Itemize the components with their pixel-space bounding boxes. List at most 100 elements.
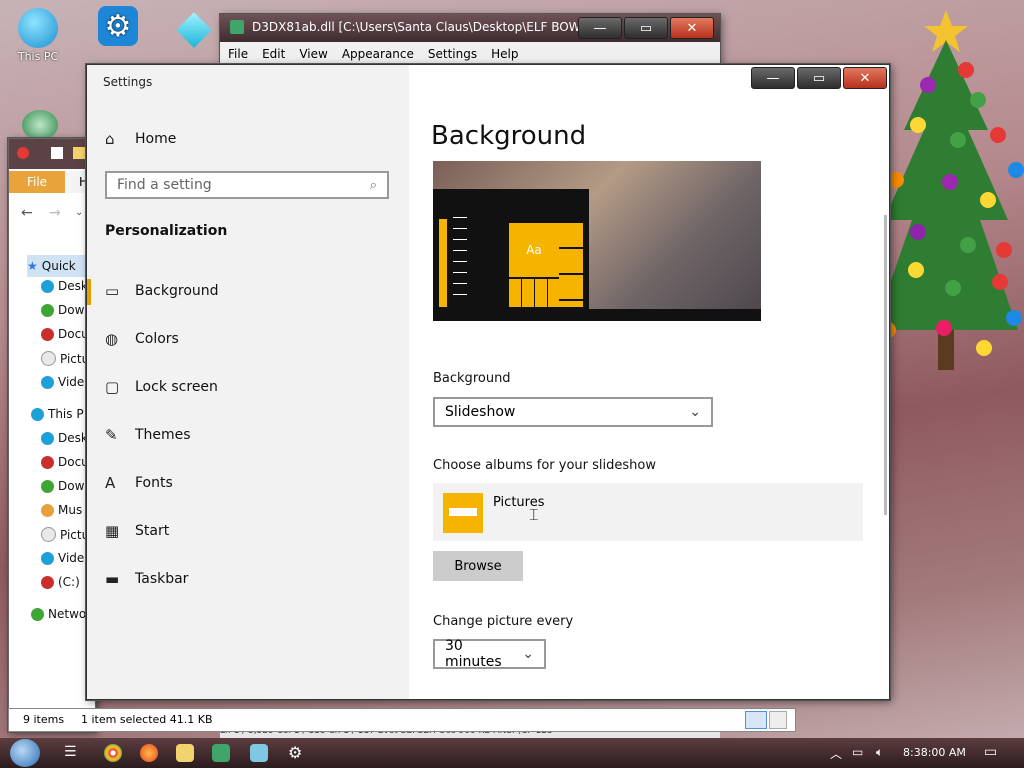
maximize-button[interactable]: ▭ <box>797 67 841 89</box>
change-picture-dropdown[interactable]: 30 minutes ⌄ <box>433 638 546 670</box>
menu-edit[interactable]: Edit <box>262 47 285 61</box>
maximize-icon: ▭ <box>812 70 826 86</box>
browse-button[interactable]: Browse <box>433 551 523 581</box>
nav-themes[interactable]: ✎ Themes <box>87 415 409 455</box>
nav-lock-screen[interactable]: ▢ Lock screen <box>87 367 409 407</box>
ornament-icon <box>41 479 54 493</box>
maximize-button[interactable]: ▭ <box>624 17 668 39</box>
chrome-icon[interactable] <box>104 744 122 762</box>
ornament-icon <box>41 375 54 389</box>
back-arrow-icon[interactable]: ← <box>21 205 33 221</box>
tree-item-label: Docu <box>58 455 89 469</box>
explorer-statusbar: 9 items 1 item selected 41.1 KB <box>8 708 796 732</box>
ornament-icon <box>41 327 54 341</box>
close-icon: ✕ <box>859 70 871 86</box>
tree-item-label: Netwo <box>48 607 87 621</box>
menu-file[interactable]: File <box>228 47 248 61</box>
search-input[interactable]: Find a setting ⌕ <box>105 171 389 199</box>
tree-item[interactable]: Dow <box>41 303 84 317</box>
tree-item[interactable]: Pictu <box>41 527 89 542</box>
file-explorer-icon[interactable] <box>176 744 194 762</box>
close-button[interactable]: ✕ <box>843 67 887 89</box>
gear-icon: ⚙ <box>98 6 138 46</box>
album-item-pictures[interactable]: Pictures ⌶ <box>433 483 863 541</box>
hex-editor-titlebar[interactable]: D3DX81ab.dll [C:\Users\Santa Claus\Deskt… <box>220 14 720 42</box>
settings-gear-icon[interactable]: ⚙ <box>288 743 302 762</box>
nav-fonts[interactable]: A Fonts <box>87 463 409 503</box>
network-icon[interactable]: ▭ <box>852 745 863 759</box>
nav-background[interactable]: ▭ Background <box>87 271 409 311</box>
tree-item[interactable]: Docu <box>41 327 89 341</box>
tree-item[interactable]: Dow <box>41 479 84 493</box>
ornament-icon <box>41 527 56 542</box>
background-preview: Aa <box>433 161 761 321</box>
forward-arrow-icon[interactable]: → <box>49 205 61 221</box>
menu-settings[interactable]: Settings <box>428 47 477 61</box>
tree-item[interactable]: Desk <box>41 279 88 293</box>
tree-item[interactable]: Vide <box>41 551 84 565</box>
file-explorer-window[interactable]: File H ← → ⌄ ★ Quick Desk Dow Docu Pictu … <box>8 138 96 732</box>
menu-appearance[interactable]: Appearance <box>342 47 414 61</box>
nav-taskbar[interactable]: ▬ Taskbar <box>87 559 409 599</box>
menu-help[interactable]: Help <box>491 47 518 61</box>
properties-icon[interactable] <box>51 147 63 159</box>
tree-item-label: Mus <box>58 503 83 517</box>
christmas-tree-decoration <box>874 10 1024 370</box>
ribbon-tab-file[interactable]: File <box>9 171 65 193</box>
settings-window[interactable]: Settings ⌂ Home Find a setting ⌕ Persona… <box>86 64 890 700</box>
tree-item[interactable]: Vide <box>41 375 84 389</box>
ornament-icon <box>31 407 44 421</box>
minimize-button[interactable]: — <box>751 67 795 89</box>
firefox-icon[interactable] <box>140 744 158 762</box>
background-dropdown[interactable]: Slideshow ⌄ <box>433 397 713 427</box>
nav-label: Background <box>135 283 219 299</box>
chevron-down-icon[interactable]: ⌄ <box>75 207 83 218</box>
image-viewer-icon[interactable] <box>250 744 268 762</box>
minimize-button[interactable]: — <box>578 17 622 39</box>
ornament-icon <box>41 503 54 517</box>
task-view-icon[interactable]: ☰ <box>64 744 77 760</box>
tree-item-this-pc[interactable]: This P <box>31 407 84 421</box>
tree-item[interactable]: Docu <box>41 455 89 469</box>
hex-editor-window[interactable]: D3DX81ab.dll [C:\Users\Santa Claus\Deskt… <box>220 14 720 66</box>
desktop-icon-this-pc[interactable]: This PC <box>8 8 68 63</box>
item-count: 9 items <box>23 713 65 726</box>
tree-item-quick-access[interactable]: ★ Quick <box>27 255 95 277</box>
tree-item-network[interactable]: Netwo <box>31 607 86 621</box>
folder-icon[interactable] <box>73 147 85 159</box>
details-view-icon[interactable] <box>745 711 767 729</box>
nav-colors[interactable]: ◍ Colors <box>87 319 409 359</box>
tree-item[interactable]: Pictu <box>41 351 89 366</box>
large-icons-view-icon[interactable] <box>769 711 787 729</box>
start-button[interactable] <box>10 739 40 767</box>
page-title: Background <box>431 121 587 151</box>
tree-item-label: Desk <box>58 431 88 445</box>
gem-icon[interactable] <box>176 12 212 48</box>
search-icon: ⌕ <box>369 177 377 193</box>
close-button[interactable]: ✕ <box>670 17 714 39</box>
change-picture-value: 30 minutes <box>445 638 502 670</box>
tree-item[interactable]: (C:) <box>41 575 80 589</box>
notepad-icon[interactable] <box>212 744 230 762</box>
tree-item-label: Docu <box>58 327 89 341</box>
tree-item-label: Vide <box>58 551 85 565</box>
tree-item[interactable]: Mus <box>41 503 82 517</box>
menu-view[interactable]: View <box>299 47 327 61</box>
scrollbar[interactable] <box>884 215 887 515</box>
ornament-icon[interactable] <box>22 110 58 140</box>
nav-start[interactable]: ▦ Start <box>87 511 409 551</box>
notifications-icon[interactable]: ▭ <box>984 744 997 760</box>
tree-item-label: Pictu <box>60 527 90 542</box>
explorer-titlebar[interactable] <box>9 139 95 169</box>
volume-icon[interactable]: 🔈︎ <box>876 745 883 760</box>
desktop-icon-tree-os[interactable]: ⚙ <box>88 6 148 48</box>
nav-home[interactable]: ⌂ Home <box>87 119 409 159</box>
clock[interactable]: 8:38:00 AM <box>903 746 966 759</box>
quick-access-icon[interactable] <box>17 147 29 159</box>
tree-item[interactable]: Desk <box>41 431 88 445</box>
nav-label: Lock screen <box>135 379 218 395</box>
image-icon: ▭ <box>105 282 120 300</box>
ornament-icon <box>31 607 44 621</box>
palette-icon: ◍ <box>105 330 119 348</box>
chevron-up-icon[interactable]: ︿ <box>830 745 842 762</box>
